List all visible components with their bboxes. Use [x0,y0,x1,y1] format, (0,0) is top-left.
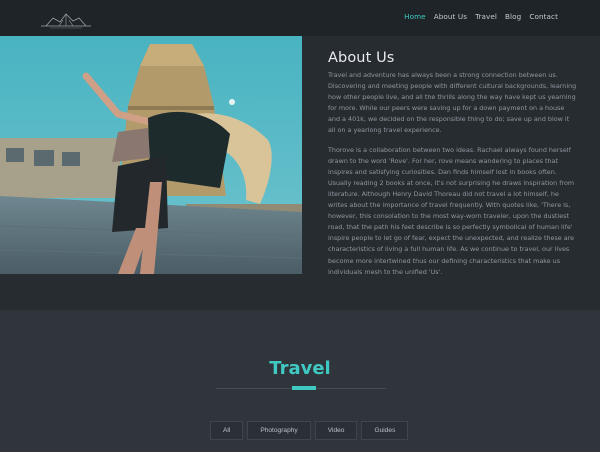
about-heading: About Us [328,50,395,66]
nav-blog[interactable]: Blog [505,12,521,21]
nav-about-us[interactable]: About Us [434,12,467,21]
nav-travel[interactable]: Travel [475,12,497,21]
filter-all-button[interactable]: All [210,421,244,440]
nav-home[interactable]: Home [404,12,426,21]
about-section: About Us Travel and adventure has always… [0,36,600,310]
about-photo [0,36,302,274]
nav-contact[interactable]: Contact [529,12,558,21]
travel-accent-bar [292,386,316,390]
about-text: About Us Travel and adventure has always… [328,50,578,278]
top-navbar: Home About Us Travel Blog Contact [0,0,600,36]
temple-logo-icon[interactable] [40,9,92,29]
main-nav: Home About Us Travel Blog Contact [404,12,558,21]
filter-guides-button[interactable]: Guides [361,421,409,440]
filter-photography-button[interactable]: Photography [247,421,311,440]
travel-filters: All Photography Video Guides [210,421,409,440]
travel-heading: Travel [269,358,331,379]
filter-video-button[interactable]: Video [314,421,358,440]
about-paragraph-1: Travel and adventure has always been a s… [328,71,577,135]
about-paragraph-2: Thorove is a collaboration between two i… [328,145,575,276]
travel-section: Travel All Photography Video Guides [0,310,600,452]
